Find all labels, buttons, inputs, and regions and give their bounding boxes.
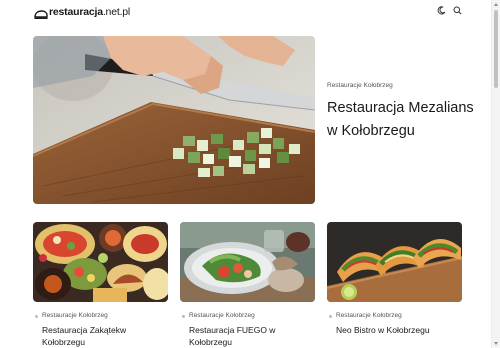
category-dot <box>329 314 332 318</box>
scrollbar-thumb[interactable] <box>494 10 498 88</box>
site-header: restauracja.net.pl <box>0 0 490 26</box>
page: restauracja.net.pl Restauracje Kołobrzeg… <box>0 0 500 348</box>
card-text-2: Restauracje Kołobrzeg Restauracja FUEGO … <box>180 312 315 348</box>
logo-text-domain: .net.pl <box>102 6 131 18</box>
category-dot <box>35 314 38 318</box>
card-image-3[interactable] <box>327 222 462 302</box>
card-category-label-1[interactable]: Restauracje Kołobrzeg <box>42 312 108 320</box>
card-image-2[interactable] <box>180 222 315 302</box>
category-dot <box>182 314 185 318</box>
site-logo[interactable]: restauracja.net.pl <box>34 6 131 20</box>
card-category-label-3[interactable]: Restauracje Kołobrzeg <box>336 312 402 320</box>
card-text-3: Restauracje Kołobrzeg Neo Bistro w Kołob… <box>327 312 462 336</box>
header-actions <box>437 6 462 15</box>
scroll-down-arrow-icon[interactable] <box>494 342 498 345</box>
card-title-2[interactable]: Restauracja FUEGO w Kołobrzegu <box>180 324 315 348</box>
moon-icon[interactable] <box>437 6 446 15</box>
logo-text-bold: restauracja <box>49 6 103 18</box>
card-image-1[interactable] <box>33 222 168 302</box>
card-category-3: Restauracje Kołobrzeg <box>327 312 462 320</box>
card-title-3[interactable]: Neo Bistro w Kołobrzegu <box>327 324 462 336</box>
card-category-1: Restauracje Kołobrzeg <box>33 312 168 320</box>
card-category-2: Restauracje Kołobrzeg <box>180 312 315 320</box>
search-icon[interactable] <box>453 6 462 15</box>
card-text-1: Restauracje Kołobrzeg Restauracja Zakąte… <box>33 312 168 348</box>
card-title-1[interactable]: Restauracja Zakątekw Kołobrzegu <box>33 324 168 348</box>
hero-title[interactable]: Restauracja Mezalians w Kołobrzegu <box>327 97 477 143</box>
hero-category: Restauracje Kołobrzeg <box>327 82 477 90</box>
card-category-label-2[interactable]: Restauracje Kołobrzeg <box>189 312 255 320</box>
page-scrollbar[interactable] <box>491 0 500 348</box>
hero-category-label[interactable]: Restauracje Kołobrzeg <box>327 82 393 90</box>
hero-image[interactable] <box>33 36 315 204</box>
scroll-up-arrow-icon[interactable] <box>494 3 498 6</box>
hero-text: Restauracje Kołobrzeg Restauracja Mezali… <box>327 82 477 143</box>
chef-hat-icon <box>34 7 48 20</box>
